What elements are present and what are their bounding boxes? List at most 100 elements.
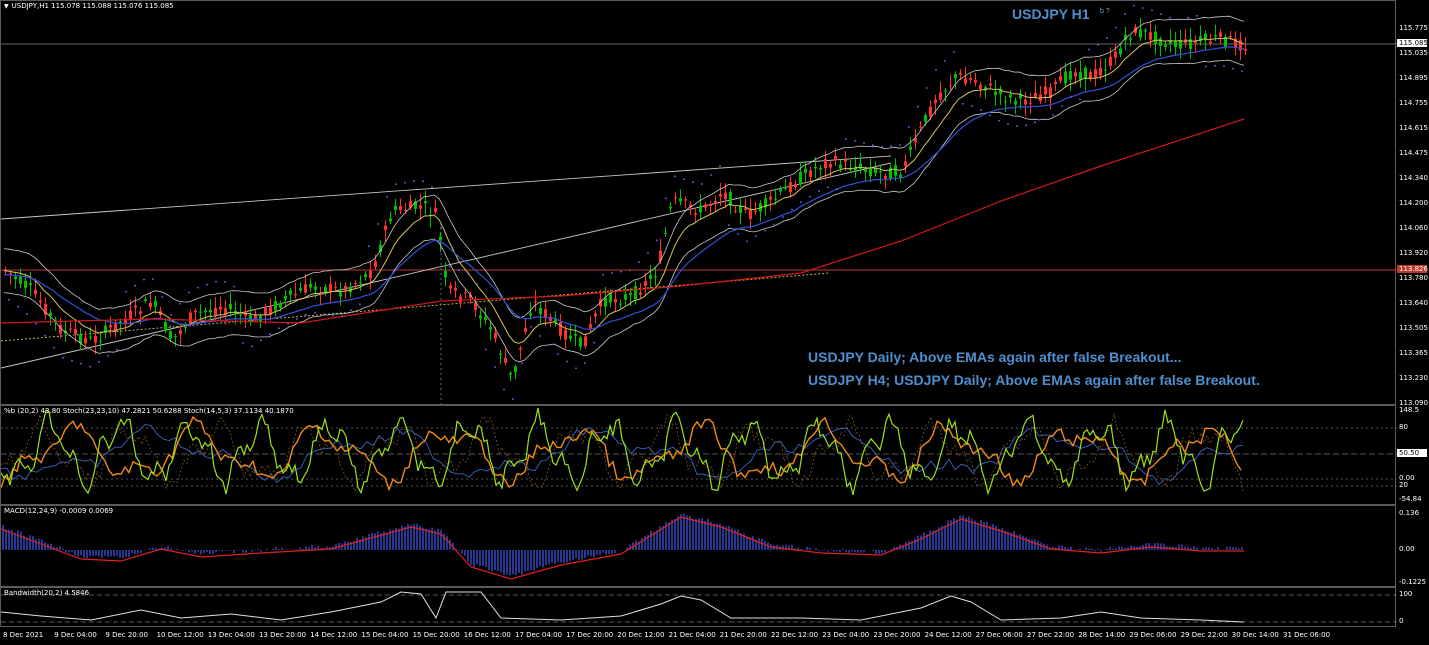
candle-body: [754, 210, 757, 212]
candle-body: [1154, 31, 1157, 44]
candle-body: [239, 314, 242, 316]
candle-body: [229, 304, 232, 310]
oscillator-label: %b (20,2) 43.80 Stoch(23,23,10) 47.2821 …: [4, 407, 294, 415]
time-tick: 28 Dec 14:00: [1078, 631, 1126, 639]
candle-body: [634, 286, 637, 300]
parabolic-sar-dot: [134, 284, 136, 287]
time-tick: 15 Dec 04:00: [361, 631, 409, 639]
parabolic-sar-dot: [656, 239, 658, 242]
bandwidth-chart[interactable]: [1, 588, 1397, 628]
candle-body: [1214, 35, 1217, 37]
parabolic-sar-dot: [440, 226, 442, 229]
parabolic-sar-dot: [413, 180, 415, 183]
oscillator-pane[interactable]: %b (20,2) 43.80 Stoch(23,23,10) 47.2821 …: [0, 405, 1397, 506]
time-tick: 20 Dec 12:00: [617, 631, 665, 639]
time-tick: 23 Dec 20:00: [873, 631, 921, 639]
macd-tick: 0.00: [1399, 545, 1415, 553]
price-axis[interactable]: 115.775 115.035 114.895 114.755 114.615 114.4…: [1397, 0, 1429, 407]
candle-body: [894, 165, 897, 176]
oscillator-axis[interactable]: 148.5 80 50.50 0.00 20 -54.84: [1397, 405, 1429, 505]
candle-body: [1004, 101, 1007, 103]
candles-group: [4, 17, 1247, 382]
candle-body: [189, 312, 192, 324]
candle-body: [344, 285, 347, 291]
parabolic-sar-dot: [449, 265, 451, 268]
candle-body: [449, 285, 452, 289]
candle-body: [1149, 32, 1152, 40]
candle-body: [774, 198, 777, 200]
candle-body: [9, 272, 12, 274]
price-tick: 113.230: [1399, 374, 1428, 382]
candle-body: [1229, 36, 1232, 38]
candle-body: [419, 205, 422, 209]
candle-body: [609, 292, 612, 303]
dropdown-triangle-icon[interactable]: ▼: [4, 3, 9, 10]
candle-body: [434, 207, 437, 213]
price-chart[interactable]: [1, 1, 1397, 406]
time-axis[interactable]: 8 Dec 2021 9 Dec 04:00 9 Dec 20:00 10 Dec 1…: [0, 628, 1396, 645]
parabolic-sar-dot: [728, 224, 730, 226]
parabolic-sar-dot: [323, 313, 325, 316]
candle-body: [804, 168, 807, 174]
parabolic-sar-dot: [179, 302, 181, 305]
parabolic-sar-dot: [836, 188, 838, 191]
candle-body: [819, 167, 822, 170]
parabolic-sar-dot: [917, 105, 919, 108]
macd-axis[interactable]: 0.136 0.00 -0.1225: [1397, 505, 1429, 587]
candle-body: [1084, 67, 1087, 80]
candle-body: [1119, 48, 1122, 55]
annotation-daily: USDJPY Daily; Above EMAs again after fal…: [808, 349, 1182, 365]
candle-body: [1244, 48, 1247, 51]
time-tick: 15 Dec 20:00: [412, 631, 460, 639]
oscillator-chart[interactable]: [1, 406, 1397, 506]
candle-body: [789, 182, 792, 193]
main-price-pane[interactable]: ▼ USDJPY,H1 115.078 115.088 115.076 115.0…: [0, 0, 1397, 406]
candle-body: [14, 276, 17, 279]
candle-body: [739, 205, 742, 214]
candle-body: [1054, 81, 1057, 85]
parabolic-sar-dot: [143, 278, 145, 281]
bandwidth-pane[interactable]: Bandwidth(20,2) 4.5846: [0, 587, 1397, 628]
parabolic-sar-dot: [764, 229, 766, 232]
candle-body: [639, 292, 642, 295]
parabolic-sar-dot: [818, 190, 820, 193]
macd-pane[interactable]: MACD(12,24,9) -0.0009 0.0069: [0, 505, 1396, 587]
parabolic-sar-dot: [809, 195, 811, 198]
time-tick: 23 Dec 04:00: [822, 631, 870, 639]
candle-body: [174, 336, 177, 338]
candle-body: [149, 302, 152, 307]
candle-body: [974, 80, 977, 83]
bollinger-upper-band: [3, 15, 1245, 319]
macd-chart[interactable]: [1, 506, 1397, 588]
parabolic-sar-dot: [908, 126, 910, 128]
candle-body: [654, 276, 657, 278]
parabolic-sar-dot: [521, 362, 523, 364]
candle-body: [464, 292, 467, 294]
time-tick: 29 Dec 06:00: [1129, 631, 1177, 639]
parabolic-sar-dot: [251, 345, 253, 348]
parabolic-sar-dot: [1124, 13, 1126, 15]
time-tick: 24 Dec 12:00: [924, 631, 972, 639]
candle-body: [699, 205, 702, 213]
price-tick: 114.755: [1399, 99, 1428, 107]
candle-body: [314, 286, 317, 290]
parabolic-sar-dot: [935, 69, 937, 71]
candle-body: [279, 303, 282, 308]
price-tick: 113.920: [1399, 249, 1428, 257]
parabolic-sar-dot: [485, 348, 487, 351]
candle-body: [254, 314, 257, 320]
parabolic-sar-dot: [404, 181, 406, 184]
candle-body: [1059, 76, 1062, 81]
bandwidth-axis[interactable]: 100 0: [1397, 587, 1429, 627]
candle-body: [709, 204, 712, 206]
candle-body: [1069, 71, 1072, 80]
candle-body: [779, 189, 782, 192]
candle-body: [209, 309, 212, 313]
candle-body: [884, 175, 887, 179]
price-tick: 114.895: [1399, 74, 1428, 82]
parabolic-sar-dot: [26, 312, 28, 315]
parabolic-sar-dot: [575, 367, 577, 370]
candle-body: [1074, 72, 1077, 77]
parabolic-sar-dot: [1169, 16, 1171, 19]
parabolic-sar-dot: [152, 278, 154, 280]
